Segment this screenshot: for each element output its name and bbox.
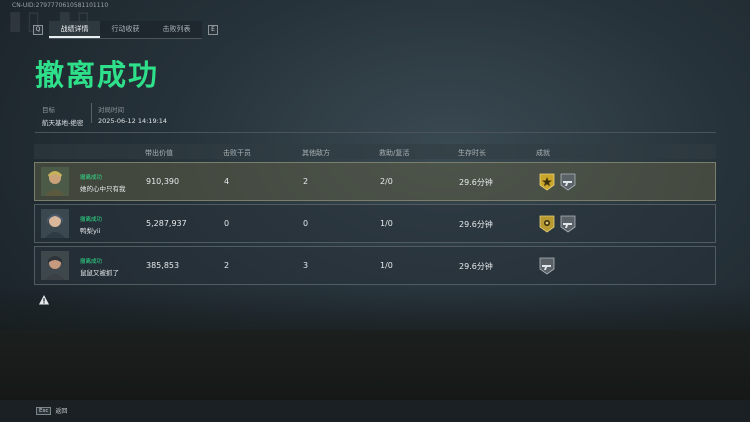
time-label: 对局时间 xyxy=(98,106,124,114)
col-assist: 救助/复活 xyxy=(379,149,410,157)
assist-revive-value: 1/0 xyxy=(380,219,393,228)
survival-time-value: 29.6分钟 xyxy=(459,178,493,187)
avatar xyxy=(41,209,69,238)
col-time: 生存时长 xyxy=(458,149,486,157)
background-ridge xyxy=(0,285,750,355)
other-enemies-value: 2 xyxy=(303,177,309,186)
player-name: 鼠鼠又被抓了 xyxy=(80,269,119,277)
col-achievements: 成就 xyxy=(536,149,550,157)
silver-gun-badge-icon[interactable] xyxy=(560,173,576,191)
kills-value: 2 xyxy=(224,261,230,270)
assist-revive-value: 2/0 xyxy=(380,177,393,186)
other-enemies-value: 0 xyxy=(303,219,309,228)
next-tab-key[interactable]: E xyxy=(208,25,218,35)
back-label: 返回 xyxy=(55,408,68,415)
player-status: 撤离成功 xyxy=(80,217,103,223)
player-status: 撤离成功 xyxy=(80,175,103,181)
silver-gun-badge-icon[interactable] xyxy=(560,215,576,233)
col-value: 带出价值 xyxy=(145,149,173,157)
tab-kill-list[interactable]: 击败列表 xyxy=(151,21,202,38)
target-label: 目标 xyxy=(42,106,55,114)
kills-value: 4 xyxy=(224,177,230,186)
player-name: 鸭梨yii xyxy=(80,227,101,235)
gold-sun-badge-icon[interactable] xyxy=(539,215,555,233)
table-row[interactable]: 撤离成功 她的心中只有我 910,390 4 2 2/0 29.6分钟 xyxy=(34,162,716,201)
assist-revive-value: 1/0 xyxy=(380,261,393,270)
prev-tab-key[interactable]: Q xyxy=(33,25,43,35)
silver-gun-badge-icon[interactable] xyxy=(539,257,555,275)
target-info: 目标 航天基地-绝密 xyxy=(42,104,83,127)
avatar xyxy=(41,251,69,280)
table-row[interactable]: 撤离成功 鼠鼠又被抓了 385,853 2 3 1/0 29.6分钟 xyxy=(34,246,716,285)
kills-value: 0 xyxy=(224,219,230,228)
section-divider xyxy=(35,132,716,133)
warning-icon[interactable] xyxy=(38,291,50,305)
user-id-text: CN-UID:2797770610581101110 xyxy=(12,2,109,9)
table-row[interactable]: 撤离成功 鸭梨yii 5,287,937 0 0 1/0 29.6分钟 xyxy=(34,204,716,243)
tab-list: 战绩详情 行动收获 击败列表 xyxy=(49,21,202,39)
footer-bar xyxy=(0,400,750,422)
target-value: 航天基地-绝密 xyxy=(42,119,84,127)
back-button[interactable]: Esc 返回 xyxy=(36,406,67,415)
col-other: 其他敌方 xyxy=(302,149,330,157)
result-title: 撤离成功 xyxy=(35,58,160,92)
time-value: 2025-06-12 14:19:14 xyxy=(98,117,168,125)
info-divider xyxy=(91,103,92,123)
extracted-value: 910,390 xyxy=(146,177,180,186)
player-name: 她的心中只有我 xyxy=(80,185,126,193)
tab-battle-details[interactable]: 战绩详情 xyxy=(49,21,100,38)
time-info: 对局时间 2025-06-12 14:19:14 xyxy=(98,104,167,125)
player-status: 撤离成功 xyxy=(80,259,103,265)
tab-loot[interactable]: 行动收获 xyxy=(100,21,151,38)
survival-time-value: 29.6分钟 xyxy=(459,262,493,271)
extracted-value: 385,853 xyxy=(146,261,180,270)
tab-bar: Q 战绩详情 行动收获 击败列表 E xyxy=(33,21,218,39)
extracted-value: 5,287,937 xyxy=(146,219,187,228)
col-kills: 击败干员 xyxy=(223,149,251,157)
other-enemies-value: 3 xyxy=(303,261,309,270)
esc-key: Esc xyxy=(36,406,52,415)
survival-time-value: 29.6分钟 xyxy=(459,220,493,229)
gold-star-badge-icon[interactable] xyxy=(539,173,555,191)
table-header: 带出价值 击败干员 其他敌方 救助/复活 生存时长 成就 xyxy=(34,144,716,159)
avatar xyxy=(41,167,69,196)
